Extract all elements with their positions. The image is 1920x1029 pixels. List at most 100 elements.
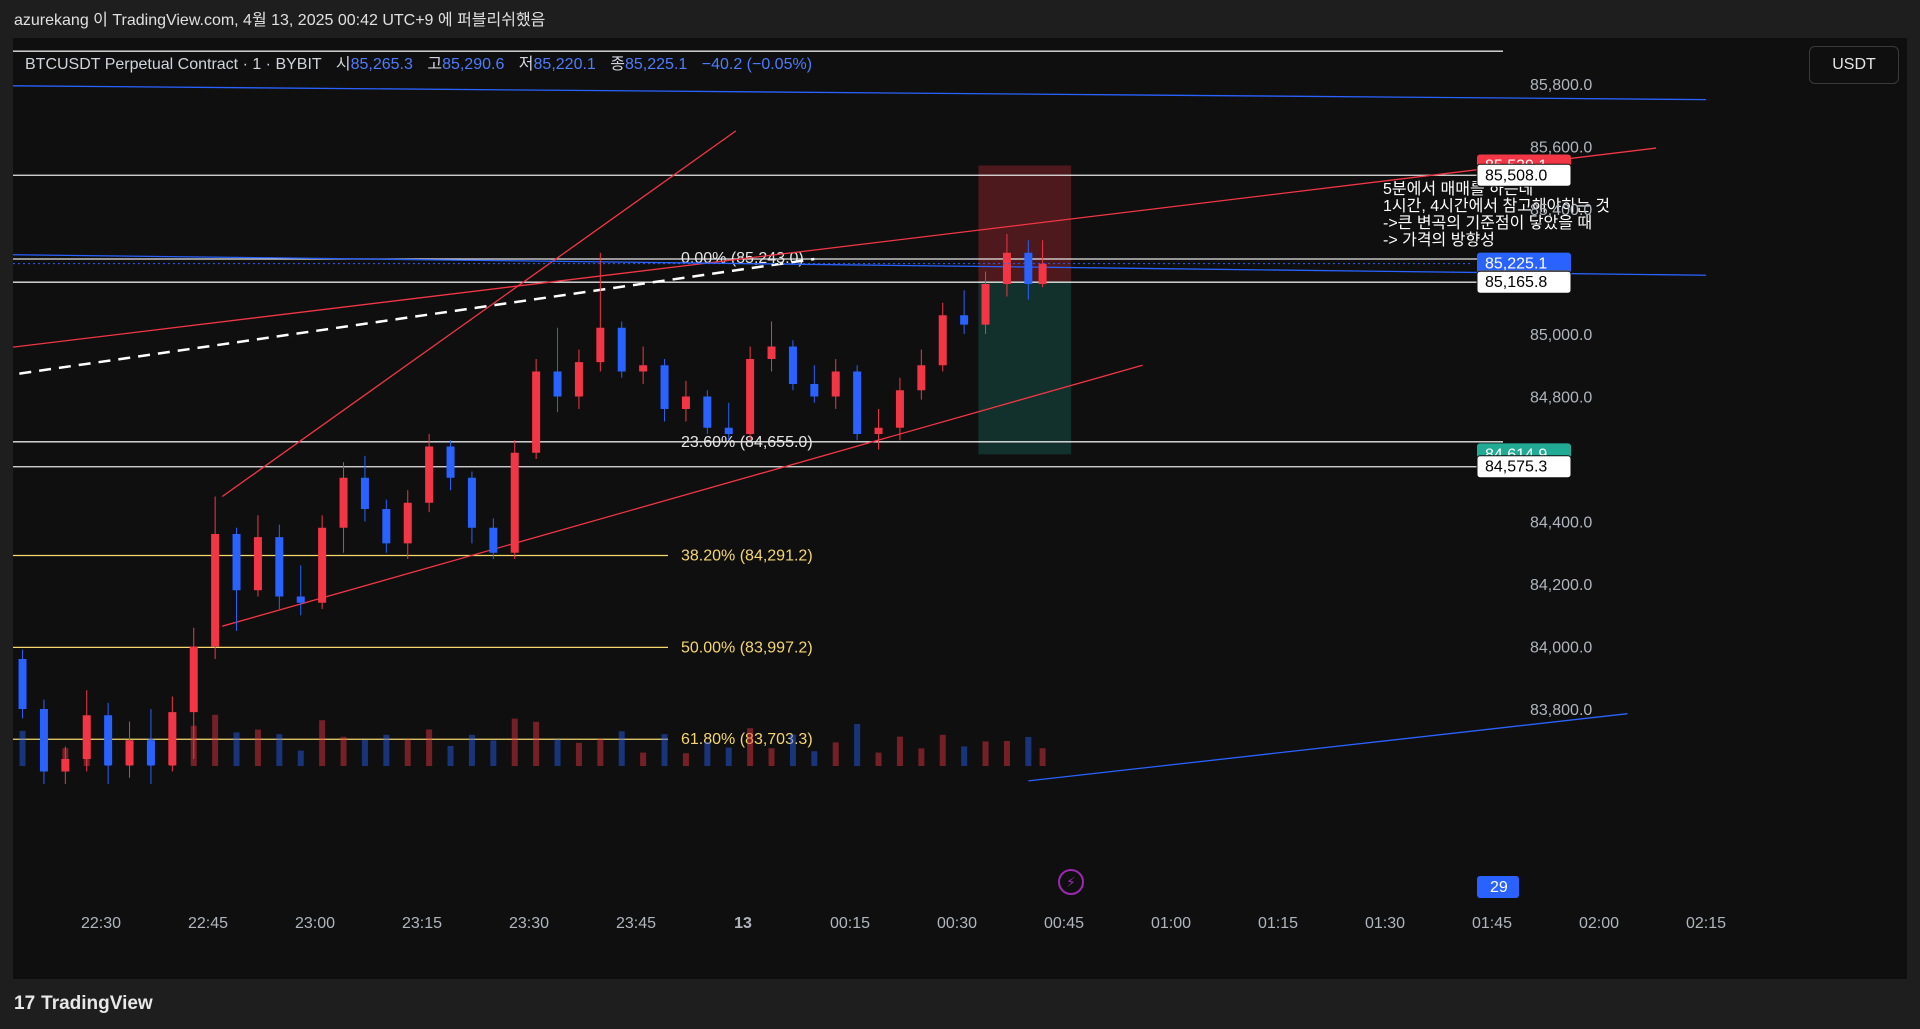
volume-bar xyxy=(1003,741,1010,766)
volume-bar xyxy=(618,731,625,766)
candle[interactable] xyxy=(61,759,70,772)
candle[interactable] xyxy=(510,452,519,553)
fib-level-label: 23.60% (84,655.0) xyxy=(681,434,813,451)
candle[interactable] xyxy=(18,659,27,709)
volume-bar xyxy=(468,734,475,766)
candle[interactable] xyxy=(382,509,391,544)
volume-bar xyxy=(1039,748,1046,766)
trendline[interactable] xyxy=(13,147,1657,351)
y-tick-label: 84,200.0 xyxy=(1530,577,1592,594)
annotation-text[interactable]: -> 가격의 방향성 xyxy=(1383,231,1495,249)
symbol-title[interactable]: BTCUSDT Perpetual Contract · 1 · BYBIT xyxy=(25,56,321,73)
candle[interactable] xyxy=(574,362,583,397)
bolt-icon: ⚡ xyxy=(1066,874,1076,890)
candle[interactable] xyxy=(724,427,733,434)
candle[interactable] xyxy=(339,477,348,528)
volume-bar xyxy=(233,732,240,766)
y-tick-label: 85,000.0 xyxy=(1530,327,1592,344)
candle[interactable] xyxy=(895,390,904,428)
candle[interactable] xyxy=(318,527,327,603)
volume-bar xyxy=(340,736,347,766)
x-tick-label: 13 xyxy=(734,915,752,932)
candle[interactable] xyxy=(189,646,198,713)
candle[interactable] xyxy=(703,396,712,428)
candle[interactable] xyxy=(168,712,177,766)
y-tick-label: 85,600.0 xyxy=(1530,140,1592,157)
publisher-text: azurekang 이 TradingView.com, 4월 13, 2025… xyxy=(14,12,546,29)
candle[interactable] xyxy=(253,537,262,591)
candle[interactable] xyxy=(104,715,113,766)
volume-bar xyxy=(533,721,540,766)
y-tick-label: 84,400.0 xyxy=(1530,515,1592,532)
candle[interactable] xyxy=(831,371,840,397)
candle[interactable] xyxy=(296,596,305,603)
candle[interactable] xyxy=(532,371,541,453)
volume-badge-label: 29 xyxy=(1490,879,1508,896)
candle[interactable] xyxy=(467,477,476,528)
currency-button[interactable]: USDT xyxy=(1809,46,1899,84)
price-chart[interactable]: 0.00% (85,243.0)23.60% (84,655.0)38.20% … xyxy=(13,38,1907,979)
candle[interactable] xyxy=(211,534,220,647)
candle[interactable] xyxy=(553,371,562,397)
candle[interactable] xyxy=(596,327,605,363)
x-tick-label: 22:30 xyxy=(81,915,121,932)
candle[interactable] xyxy=(617,327,626,372)
y-tick-label: 85,400.0 xyxy=(1530,202,1592,219)
candle[interactable] xyxy=(232,534,241,591)
volume-bar xyxy=(319,720,326,766)
candle[interactable] xyxy=(981,284,990,325)
candle[interactable] xyxy=(639,365,648,372)
candle[interactable] xyxy=(489,527,498,553)
high-label: 고 xyxy=(427,56,443,73)
candle[interactable] xyxy=(660,365,669,409)
price-marker-label: 85,165.8 xyxy=(1485,274,1547,291)
candle[interactable] xyxy=(1038,263,1047,284)
candle[interactable] xyxy=(1024,252,1033,284)
candle[interactable] xyxy=(767,346,776,360)
symbol-info-bar: BTCUSDT Perpetual Contract · 1 · BYBIT 시… xyxy=(25,50,812,74)
candle[interactable] xyxy=(810,384,819,397)
target-zone[interactable] xyxy=(978,281,1072,455)
candle[interactable] xyxy=(39,709,48,772)
price-marker-label: 84,575.3 xyxy=(1485,459,1547,476)
candle[interactable] xyxy=(681,396,690,410)
volume-bar xyxy=(811,751,818,766)
candle[interactable] xyxy=(1002,252,1011,284)
volume-bar xyxy=(19,730,26,766)
candle[interactable] xyxy=(853,371,862,435)
candle[interactable] xyxy=(146,740,155,766)
candle[interactable] xyxy=(125,740,134,766)
candle[interactable] xyxy=(82,715,91,759)
candle[interactable] xyxy=(938,315,947,366)
close-value: 85,225.1 xyxy=(625,56,688,73)
trendline[interactable] xyxy=(13,254,1707,276)
chart-area[interactable]: 0.00% (85,243.0)23.60% (84,655.0)38.20% … xyxy=(13,38,1907,979)
candle[interactable] xyxy=(960,315,969,325)
candle[interactable] xyxy=(746,359,755,434)
candle[interactable] xyxy=(446,446,455,478)
volume-bar xyxy=(661,734,668,766)
candle[interactable] xyxy=(425,446,434,503)
trendline[interactable] xyxy=(1028,713,1628,782)
trendline[interactable] xyxy=(13,257,815,379)
volume-bar xyxy=(682,753,689,766)
candle[interactable] xyxy=(275,537,284,597)
low-label: 저 xyxy=(518,56,534,73)
y-tick-label: 83,800.0 xyxy=(1530,702,1592,719)
candle[interactable] xyxy=(874,427,883,434)
y-tick-label: 84,800.0 xyxy=(1530,390,1592,407)
volume-bar xyxy=(383,734,390,766)
tradingview-logo[interactable]: 17 TradingView xyxy=(14,993,153,1015)
candle[interactable] xyxy=(917,365,926,391)
x-tick-label: 23:15 xyxy=(402,915,442,932)
candle[interactable] xyxy=(788,346,797,385)
x-tick-label: 23:00 xyxy=(295,915,335,932)
candle[interactable] xyxy=(403,502,412,544)
trendline[interactable] xyxy=(13,85,1707,101)
volume-bar xyxy=(1025,737,1032,766)
close-label: 종 xyxy=(610,56,625,73)
volume-bar xyxy=(725,747,732,766)
volume-bar xyxy=(361,740,368,766)
candle[interactable] xyxy=(360,477,369,509)
volume-bar xyxy=(918,748,925,766)
